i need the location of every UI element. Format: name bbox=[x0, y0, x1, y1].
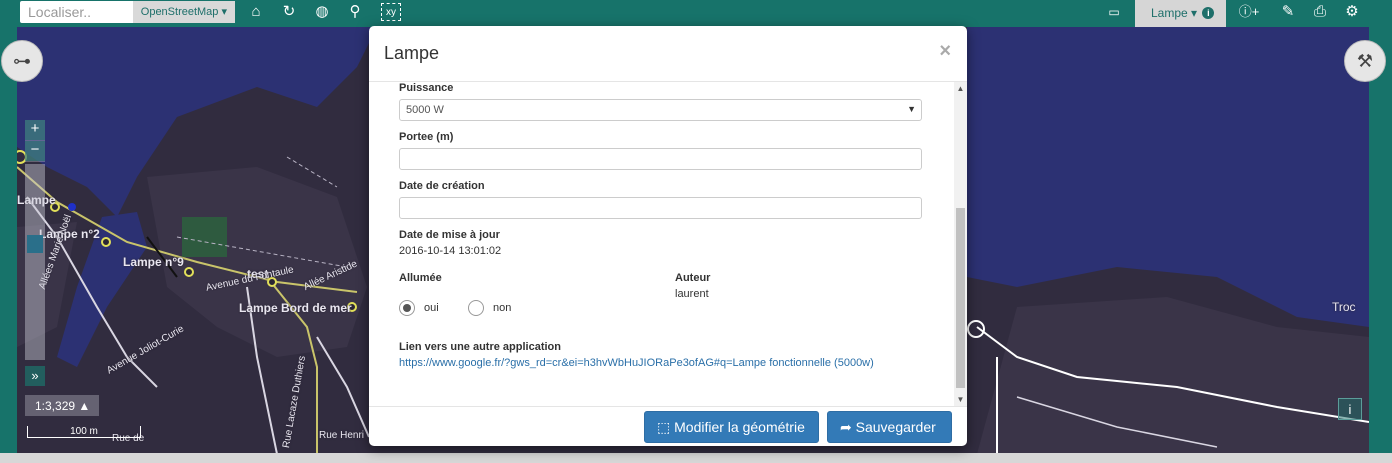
map-label: Troc bbox=[1332, 300, 1356, 314]
map-label: Lampe Bord de mer bbox=[239, 301, 352, 315]
map-info-button[interactable]: i bbox=[1338, 398, 1362, 420]
share-arrow-icon: ➦ bbox=[840, 419, 852, 435]
radio-oui[interactable] bbox=[399, 300, 415, 316]
sitemap-button[interactable]: ⊶ bbox=[1, 40, 43, 82]
zoom-out-button[interactable]: − bbox=[25, 141, 45, 161]
layer-info-icon[interactable]: i bbox=[1202, 7, 1215, 19]
radio-oui-label[interactable]: oui bbox=[424, 302, 439, 314]
auteur-value: laurent bbox=[675, 288, 709, 300]
zoom-in-button[interactable]: + bbox=[25, 120, 45, 140]
sitemap-icon: ⊶ bbox=[13, 51, 31, 71]
scale-bar: 100 m bbox=[27, 426, 141, 438]
close-icon[interactable]: × bbox=[939, 40, 951, 63]
dialog-title: Lampe bbox=[384, 43, 440, 63]
save-label: Sauvegarder bbox=[855, 419, 936, 435]
portee-label: Portee (m) bbox=[399, 131, 454, 143]
expand-button[interactable]: » bbox=[25, 366, 45, 386]
base-layer-select[interactable]: OpenStreetMap ▾ bbox=[132, 1, 235, 23]
ruler-icon[interactable]: ▭ bbox=[1105, 3, 1123, 21]
dialog-scrollbar[interactable]: ▲ ▼ bbox=[954, 82, 967, 406]
zoom-control: + − bbox=[25, 120, 45, 162]
print-icon[interactable]: ⎙ bbox=[1311, 3, 1329, 21]
active-layer-label: Lampe ▾ bbox=[1151, 6, 1198, 20]
maj-value: 2016-10-14 13:01:02 bbox=[399, 245, 502, 257]
marker-icon[interactable]: ⚲ bbox=[346, 3, 364, 21]
auteur-label: Auteur bbox=[675, 272, 711, 284]
puissance-label: Puissance bbox=[399, 82, 454, 94]
top-toolbar: Localiser.. OpenStreetMap ▾ ⌂ ↻ ◍ ⚲ xy ▭… bbox=[0, 0, 1392, 27]
maj-label: Date de mise à jour bbox=[399, 229, 500, 241]
map-label: Rue Henri bbox=[319, 430, 365, 441]
lien-label: Lien vers une autre application bbox=[399, 341, 561, 353]
allumee-label: Allumée bbox=[399, 272, 442, 284]
radio-non[interactable] bbox=[468, 300, 484, 316]
search-box[interactable]: Localiser.. OpenStreetMap ▾ bbox=[20, 1, 235, 23]
zoom-slider-track[interactable] bbox=[25, 164, 45, 360]
save-button[interactable]: ➦ Sauvegarder bbox=[827, 411, 952, 443]
portee-input[interactable] bbox=[399, 148, 922, 170]
creation-label: Date de création bbox=[399, 180, 485, 192]
modify-geometry-label: Modifier la géométrie bbox=[674, 419, 805, 435]
dialog-body: Puissance 5000 W ▼ Portee (m) Date de cr… bbox=[369, 82, 967, 406]
status-bar bbox=[0, 453, 1392, 463]
radio-non-label[interactable]: non bbox=[493, 302, 511, 314]
refresh-icon[interactable]: ↻ bbox=[280, 3, 298, 21]
lampe-dialog: Lampe × Puissance 5000 W ▼ Portee (m) Da… bbox=[369, 26, 967, 446]
settings-icon[interactable]: ⚙ bbox=[1343, 3, 1361, 21]
edit-icon[interactable]: ✎ bbox=[1279, 3, 1297, 21]
map-frame-right bbox=[1369, 27, 1392, 463]
dialog-header: Lampe × bbox=[369, 26, 967, 82]
puissance-select[interactable]: 5000 W ▼ bbox=[399, 99, 922, 121]
modify-geometry-icon: ⬚ bbox=[657, 419, 671, 435]
tools-button[interactable]: ⚒ bbox=[1344, 40, 1386, 82]
scroll-up-icon[interactable]: ▲ bbox=[954, 82, 967, 95]
search-input[interactable]: Localiser.. bbox=[28, 4, 91, 20]
puissance-value: 5000 W bbox=[406, 104, 444, 116]
tools-icon: ⚒ bbox=[1356, 51, 1374, 71]
xy-icon[interactable]: xy bbox=[381, 3, 401, 21]
chevron-down-icon: ▼ bbox=[907, 104, 916, 114]
scroll-down-icon[interactable]: ▼ bbox=[954, 393, 967, 406]
home-icon[interactable]: ⌂ bbox=[247, 3, 265, 21]
creation-date-input[interactable] bbox=[399, 197, 922, 219]
lien-link[interactable]: https://www.google.fr/?gws_rd=cr&ei=h3hv… bbox=[399, 357, 874, 369]
zoom-slider-handle[interactable] bbox=[27, 235, 43, 253]
scale-select[interactable]: 1:3,329 ▲ bbox=[25, 395, 99, 416]
modify-geometry-button[interactable]: ⬚ Modifier la géométrie bbox=[644, 411, 819, 443]
active-layer-select[interactable]: Lampe ▾ i bbox=[1135, 0, 1226, 27]
info-add-icon[interactable]: ⓘ+ bbox=[1236, 3, 1262, 21]
map-label: Lampe n°9 bbox=[123, 255, 184, 269]
dialog-footer: ⬚ Modifier la géométrie ➦ Sauvegarder bbox=[369, 406, 967, 446]
globe-icon[interactable]: ◍ bbox=[313, 3, 331, 21]
map-frame-left bbox=[0, 27, 17, 463]
scroll-thumb[interactable] bbox=[956, 208, 965, 388]
